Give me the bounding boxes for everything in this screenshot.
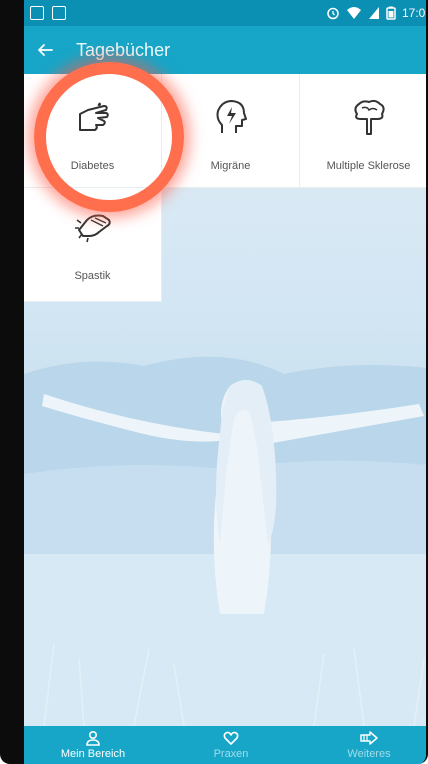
- document-notification-icon: [52, 6, 66, 20]
- page-title: Tagebücher: [76, 39, 171, 60]
- head-lightning-icon: [211, 98, 251, 138]
- arrow-icon: [360, 731, 378, 745]
- alarm-icon: [327, 7, 339, 20]
- status-bar: 17:09: [24, 0, 426, 26]
- tile-label: Migräne: [210, 160, 251, 172]
- tile-label: Spastik: [74, 270, 111, 282]
- app-bar: Tagebücher: [24, 26, 426, 74]
- device-frame: 17:09 Tagebücher: [0, 0, 428, 764]
- heart-icon: [223, 731, 239, 745]
- person-icon: [86, 730, 100, 746]
- wifi-icon: [346, 7, 361, 19]
- nav-mein-bereich[interactable]: Mein Bereich: [25, 726, 162, 760]
- nav-praxen[interactable]: Praxen: [163, 726, 300, 760]
- message-notification-icon: [30, 6, 44, 20]
- tile-multiple-sklerose[interactable]: Multiple Sklerose: [300, 74, 426, 188]
- back-arrow-icon[interactable]: [24, 26, 66, 74]
- status-time: 17:09: [401, 6, 426, 20]
- nav-label: Weiteres: [347, 748, 391, 760]
- signal-icon: [368, 7, 379, 19]
- hands-icon: [73, 208, 113, 248]
- brain-icon: [349, 98, 389, 138]
- finger-prick-icon: [73, 98, 113, 138]
- nav-label: Mein Bereich: [60, 748, 126, 760]
- tile-diabetes[interactable]: Diabetes: [24, 74, 162, 188]
- tile-label: Multiple Sklerose: [326, 160, 411, 172]
- status-right: 17:09: [326, 6, 426, 20]
- screen: 17:09 Tagebücher: [24, 0, 426, 764]
- tile-spastik[interactable]: Spastik: [24, 188, 162, 302]
- tile-label: Diabetes: [70, 160, 115, 172]
- nav-label: Praxen: [213, 748, 249, 760]
- tile-migraene[interactable]: Migräne: [162, 74, 300, 188]
- battery-icon: [386, 6, 396, 20]
- status-left: [30, 6, 66, 20]
- bottom-navigation: Mein Bereich Praxen Weiteres: [24, 726, 426, 764]
- nav-weiteres[interactable]: Weiteres: [301, 726, 426, 760]
